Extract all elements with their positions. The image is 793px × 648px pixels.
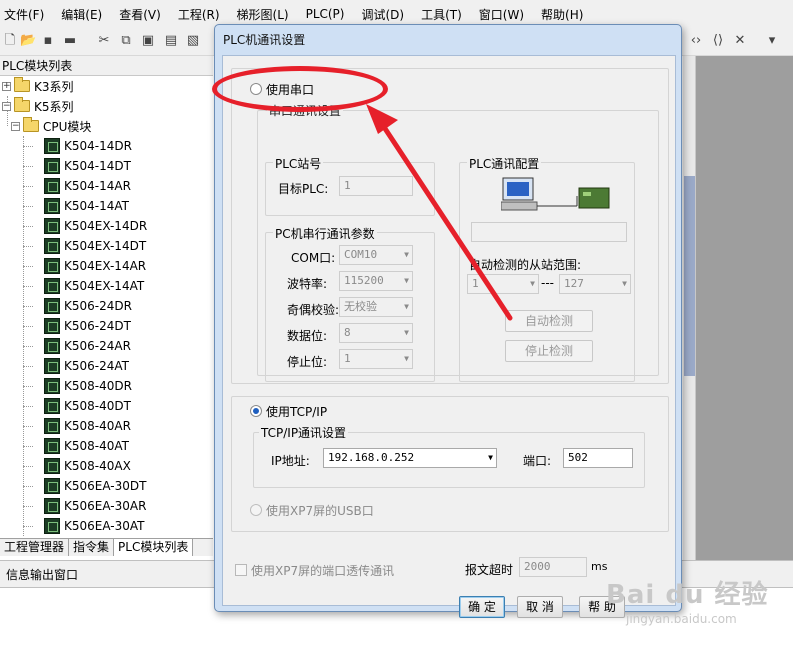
watermark-logo: Bai du 经验 [606,580,769,610]
watermark-url: jingyan.baidu.com [626,612,737,626]
annotation-arrow [366,104,513,321]
